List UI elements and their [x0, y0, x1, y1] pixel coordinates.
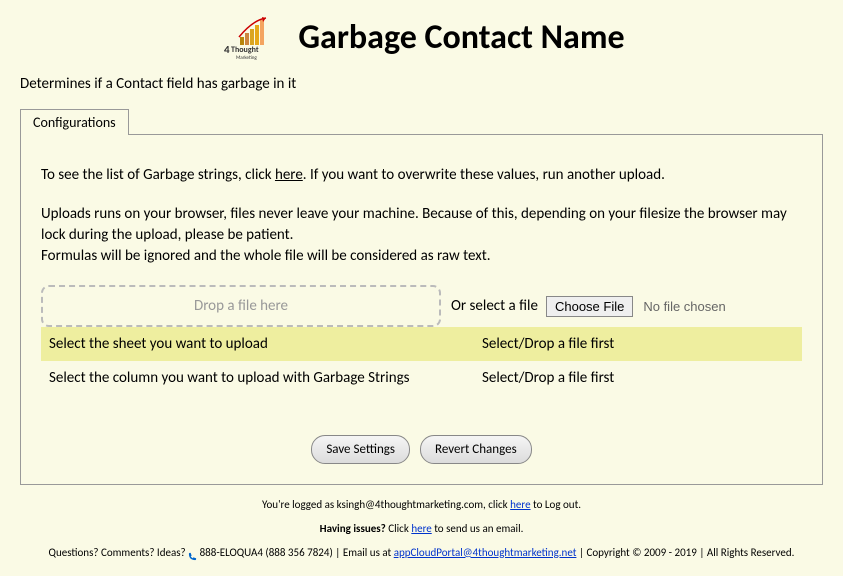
select-sheet-row: Select the sheet you want to upload Sele… — [41, 327, 802, 361]
svg-text:Marketing: Marketing — [236, 55, 257, 60]
page-subtitle: Determines if a Contact field has garbag… — [0, 70, 843, 108]
action-buttons-row: Save Settings Revert Changes — [41, 435, 802, 464]
select-sheet-value: Select/Drop a file first — [482, 335, 794, 353]
save-settings-button[interactable]: Save Settings — [311, 435, 410, 464]
tab-content: To see the list of Garbage strings, clic… — [20, 134, 823, 485]
instruction-browser-upload: Uploads runs on your browser, files neve… — [41, 204, 802, 246]
select-column-label: Select the column you want to upload wit… — [49, 369, 482, 387]
issues-email-link[interactable]: here — [411, 522, 431, 535]
instruction-formulas: Formulas will be ignored and the whole f… — [41, 246, 802, 267]
footer-logged-in: You're logged as ksingh@4thoughtmarketin… — [20, 495, 823, 515]
footer-issues: Having issues? Click here to send us an … — [20, 519, 823, 539]
garbage-list-link[interactable]: here — [275, 166, 303, 184]
tabs-container: Configurations To see the list of Garbag… — [20, 108, 823, 485]
file-chosen-status: No file chosen — [643, 299, 725, 314]
svg-text:4: 4 — [224, 43, 230, 56]
select-column-row: Select the column you want to upload wit… — [41, 361, 802, 395]
brand-logo: 4 Thought Marketing — [218, 15, 288, 60]
footer-contact: Questions? Comments? Ideas? 888-ELOQUA4 … — [20, 543, 823, 563]
choose-file-button[interactable]: Choose File — [546, 296, 633, 317]
revert-changes-button[interactable]: Revert Changes — [420, 435, 532, 464]
file-dropzone[interactable]: Drop a file here — [41, 285, 441, 327]
or-select-text: Or select a file — [451, 297, 538, 315]
footer-email-link[interactable]: appCloudPortal@4thoughtmarketing.net — [394, 546, 577, 559]
phone-icon — [188, 548, 197, 557]
upload-area: Drop a file here Or select a file Choose… — [41, 285, 802, 327]
svg-text:Thought: Thought — [231, 45, 259, 55]
select-column-value: Select/Drop a file first — [482, 369, 794, 387]
tab-configurations[interactable]: Configurations — [20, 109, 129, 135]
page-title: Garbage Contact Name — [298, 17, 624, 58]
page-footer: You're logged as ksingh@4thoughtmarketin… — [0, 485, 843, 576]
select-sheet-label: Select the sheet you want to upload — [49, 335, 482, 353]
instruction-garbage-list: To see the list of Garbage strings, clic… — [41, 165, 802, 186]
page-header: 4 Thought Marketing Garbage Contact Name — [0, 0, 843, 70]
logout-link[interactable]: here — [510, 498, 530, 511]
